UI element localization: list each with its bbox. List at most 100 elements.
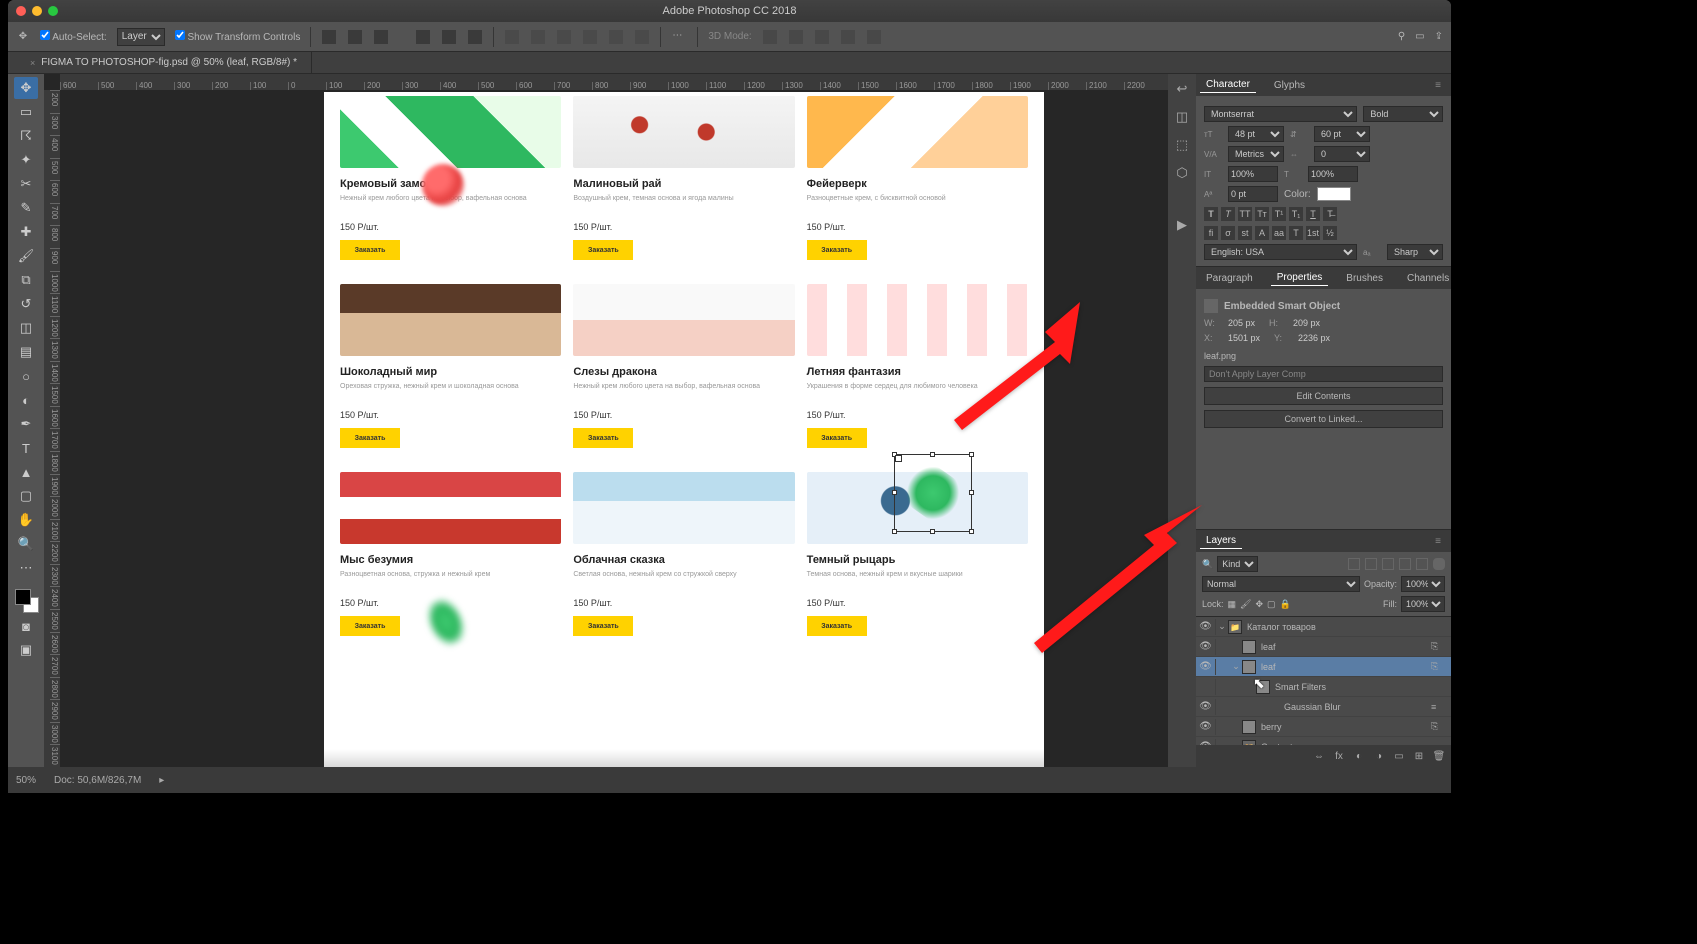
layer-tree[interactable]: 👁 ⌄ 📁 Каталог товаров👁 leaf⎘👁 ⌄ leaf⎘ Sm… (1196, 617, 1451, 745)
order-button[interactable]: Заказать (573, 428, 633, 448)
doc-tab[interactable]: × FIGMA TO PHOTOSHOP-fig.psd @ 50% (leaf… (8, 52, 312, 73)
text-color-swatch[interactable] (1317, 187, 1351, 201)
3d-panel-icon[interactable]: ⬡ (1173, 164, 1191, 182)
ordinals-button[interactable]: σ (1221, 226, 1235, 240)
layer-row[interactable]: Smart Filters (1196, 677, 1451, 697)
more-icon[interactable]: ⋯ (672, 30, 686, 44)
close-icon[interactable] (16, 6, 26, 16)
zoom-level[interactable]: 50% (16, 775, 36, 786)
tab-character[interactable]: Character (1200, 77, 1256, 93)
filter-type-icon[interactable] (1382, 558, 1394, 570)
filter-kind-select[interactable]: Kind (1217, 556, 1258, 572)
ligatures-button[interactable]: fi (1204, 226, 1218, 240)
tab-properties[interactable]: Properties (1271, 270, 1329, 286)
auto-select-dropdown[interactable]: Layer (117, 28, 165, 46)
leading-input[interactable]: 60 pt (1314, 126, 1370, 142)
align-hcenter-icon[interactable] (442, 30, 456, 44)
stylistic-button[interactable]: aa (1272, 226, 1286, 240)
swash-button[interactable]: st (1238, 226, 1252, 240)
kerning-input[interactable]: Metrics (1228, 146, 1284, 162)
font-family-select[interactable]: Montserrat (1204, 106, 1357, 122)
order-button[interactable]: Заказать (807, 240, 867, 260)
layer-row[interactable]: 👁 ⌄ 📁 Каталог товаров (1196, 617, 1451, 637)
tab-glyphs[interactable]: Glyphs (1268, 78, 1311, 93)
layer-name[interactable]: Smart Filters (1275, 682, 1445, 692)
order-button[interactable]: Заказать (340, 616, 400, 636)
stamp-tool[interactable]: ⧉ (14, 269, 38, 291)
zoom-tool[interactable]: 🔍 (14, 533, 38, 555)
layercomp-select[interactable]: Don't Apply Layer Comp (1204, 366, 1443, 382)
play-panel-icon[interactable]: ▶ (1173, 216, 1191, 234)
convert-linked-button[interactable]: Convert to Linked... (1204, 410, 1443, 428)
tab-channels[interactable]: Channels (1401, 271, 1451, 286)
color-swatch[interactable] (13, 587, 39, 613)
marquee-tool[interactable]: ▭ (14, 101, 38, 123)
oldstyle-button[interactable]: 1st (1306, 226, 1320, 240)
strikethrough-button[interactable]: T̶ (1323, 207, 1337, 221)
tab-paragraph[interactable]: Paragraph (1200, 271, 1259, 286)
search-icon[interactable]: ⚲ (1398, 31, 1405, 42)
brush-tool[interactable]: 🖌 (14, 245, 38, 267)
layer-row[interactable]: 👁 Gaussian Blur≡ (1196, 697, 1451, 717)
x-val[interactable]: 1501 px (1228, 333, 1260, 343)
shape-tool[interactable]: ▢ (14, 485, 38, 507)
layer-name[interactable]: Каталог товаров (1247, 622, 1445, 632)
new-group-icon[interactable]: ▭ (1393, 750, 1405, 762)
titling-button[interactable]: A (1255, 226, 1269, 240)
workspace-icon[interactable]: ▭ (1415, 31, 1424, 42)
visibility-icon[interactable]: 👁 (1196, 719, 1216, 735)
vscale-input[interactable] (1228, 166, 1278, 182)
new-layer-icon[interactable]: ⊞ (1413, 750, 1425, 762)
layer-name[interactable]: leaf (1261, 662, 1431, 672)
crop-tool[interactable]: ✂ (14, 173, 38, 195)
edit-toolbar[interactable]: ⋯ (14, 557, 38, 579)
lock-pixels-icon[interactable]: 🖌 (1240, 599, 1251, 610)
baseline-input[interactable] (1228, 186, 1278, 202)
filter-shape-icon[interactable] (1399, 558, 1411, 570)
font-size-input[interactable]: 48 pt (1228, 126, 1284, 142)
order-button[interactable]: Заказать (807, 616, 867, 636)
order-button[interactable]: Заказать (573, 240, 633, 260)
ruler-vertical[interactable]: 2003004005006007008009001000110012001300… (44, 90, 60, 767)
fold-icon[interactable]: ⌄ (1230, 661, 1242, 672)
order-button[interactable]: Заказать (340, 240, 400, 260)
filter-fx-icon[interactable]: ≡ (1431, 702, 1445, 712)
fold-icon[interactable]: ⌄ (1216, 621, 1228, 632)
lasso-tool[interactable]: ☈ (14, 125, 38, 147)
close-tab-icon[interactable]: × (30, 58, 35, 68)
lock-all-icon[interactable]: 🔒 (1280, 599, 1291, 610)
underline-button[interactable]: T (1306, 207, 1320, 221)
caps-button[interactable]: TT (1238, 207, 1252, 221)
doc-size[interactable]: Doc: 50,6M/826,7M (54, 775, 141, 786)
layer-row[interactable]: 👁 berry⎘ (1196, 717, 1451, 737)
type-tool[interactable]: T (14, 437, 38, 459)
tab-brushes[interactable]: Brushes (1340, 271, 1389, 286)
panel-menu-icon[interactable]: ≡ (1429, 534, 1447, 549)
width-val[interactable]: 205 px (1228, 318, 1255, 328)
order-button[interactable]: Заказать (340, 428, 400, 448)
pen-tool[interactable]: ✒ (14, 413, 38, 435)
share-icon[interactable]: ⇪ (1435, 31, 1443, 42)
hscale-input[interactable] (1308, 166, 1358, 182)
path-select-tool[interactable]: ▲ (14, 461, 38, 483)
align-left-icon[interactable] (416, 30, 430, 44)
lock-artboard-icon[interactable]: ▢ (1267, 599, 1276, 610)
gradient-tool[interactable]: ▤ (14, 341, 38, 363)
filter-toggle-icon[interactable] (1433, 558, 1445, 570)
lock-position-icon[interactable]: ✥ (1255, 599, 1263, 610)
align-right-icon[interactable] (468, 30, 482, 44)
height-val[interactable]: 209 px (1293, 318, 1320, 328)
eyedropper-tool[interactable]: ✎ (14, 197, 38, 219)
blend-mode-select[interactable]: Normal (1202, 576, 1360, 592)
adjustment-layer-icon[interactable]: ◑ (1373, 750, 1385, 762)
subscript-button[interactable]: T₁ (1289, 207, 1303, 221)
layer-row[interactable]: 👁 leaf⎘ (1196, 637, 1451, 657)
align-vcenter-icon[interactable] (348, 30, 362, 44)
screen-mode-icon[interactable]: ▣ (14, 639, 38, 661)
edit-contents-button[interactable]: Edit Contents (1204, 387, 1443, 405)
blur-tool[interactable]: ○ (14, 365, 38, 387)
lang-select[interactable]: English: USA (1204, 244, 1357, 260)
history-panel-icon[interactable]: ↩ (1173, 80, 1191, 98)
layer-fx-icon[interactable]: fx (1333, 750, 1345, 762)
align-bottom-icon[interactable] (374, 30, 388, 44)
